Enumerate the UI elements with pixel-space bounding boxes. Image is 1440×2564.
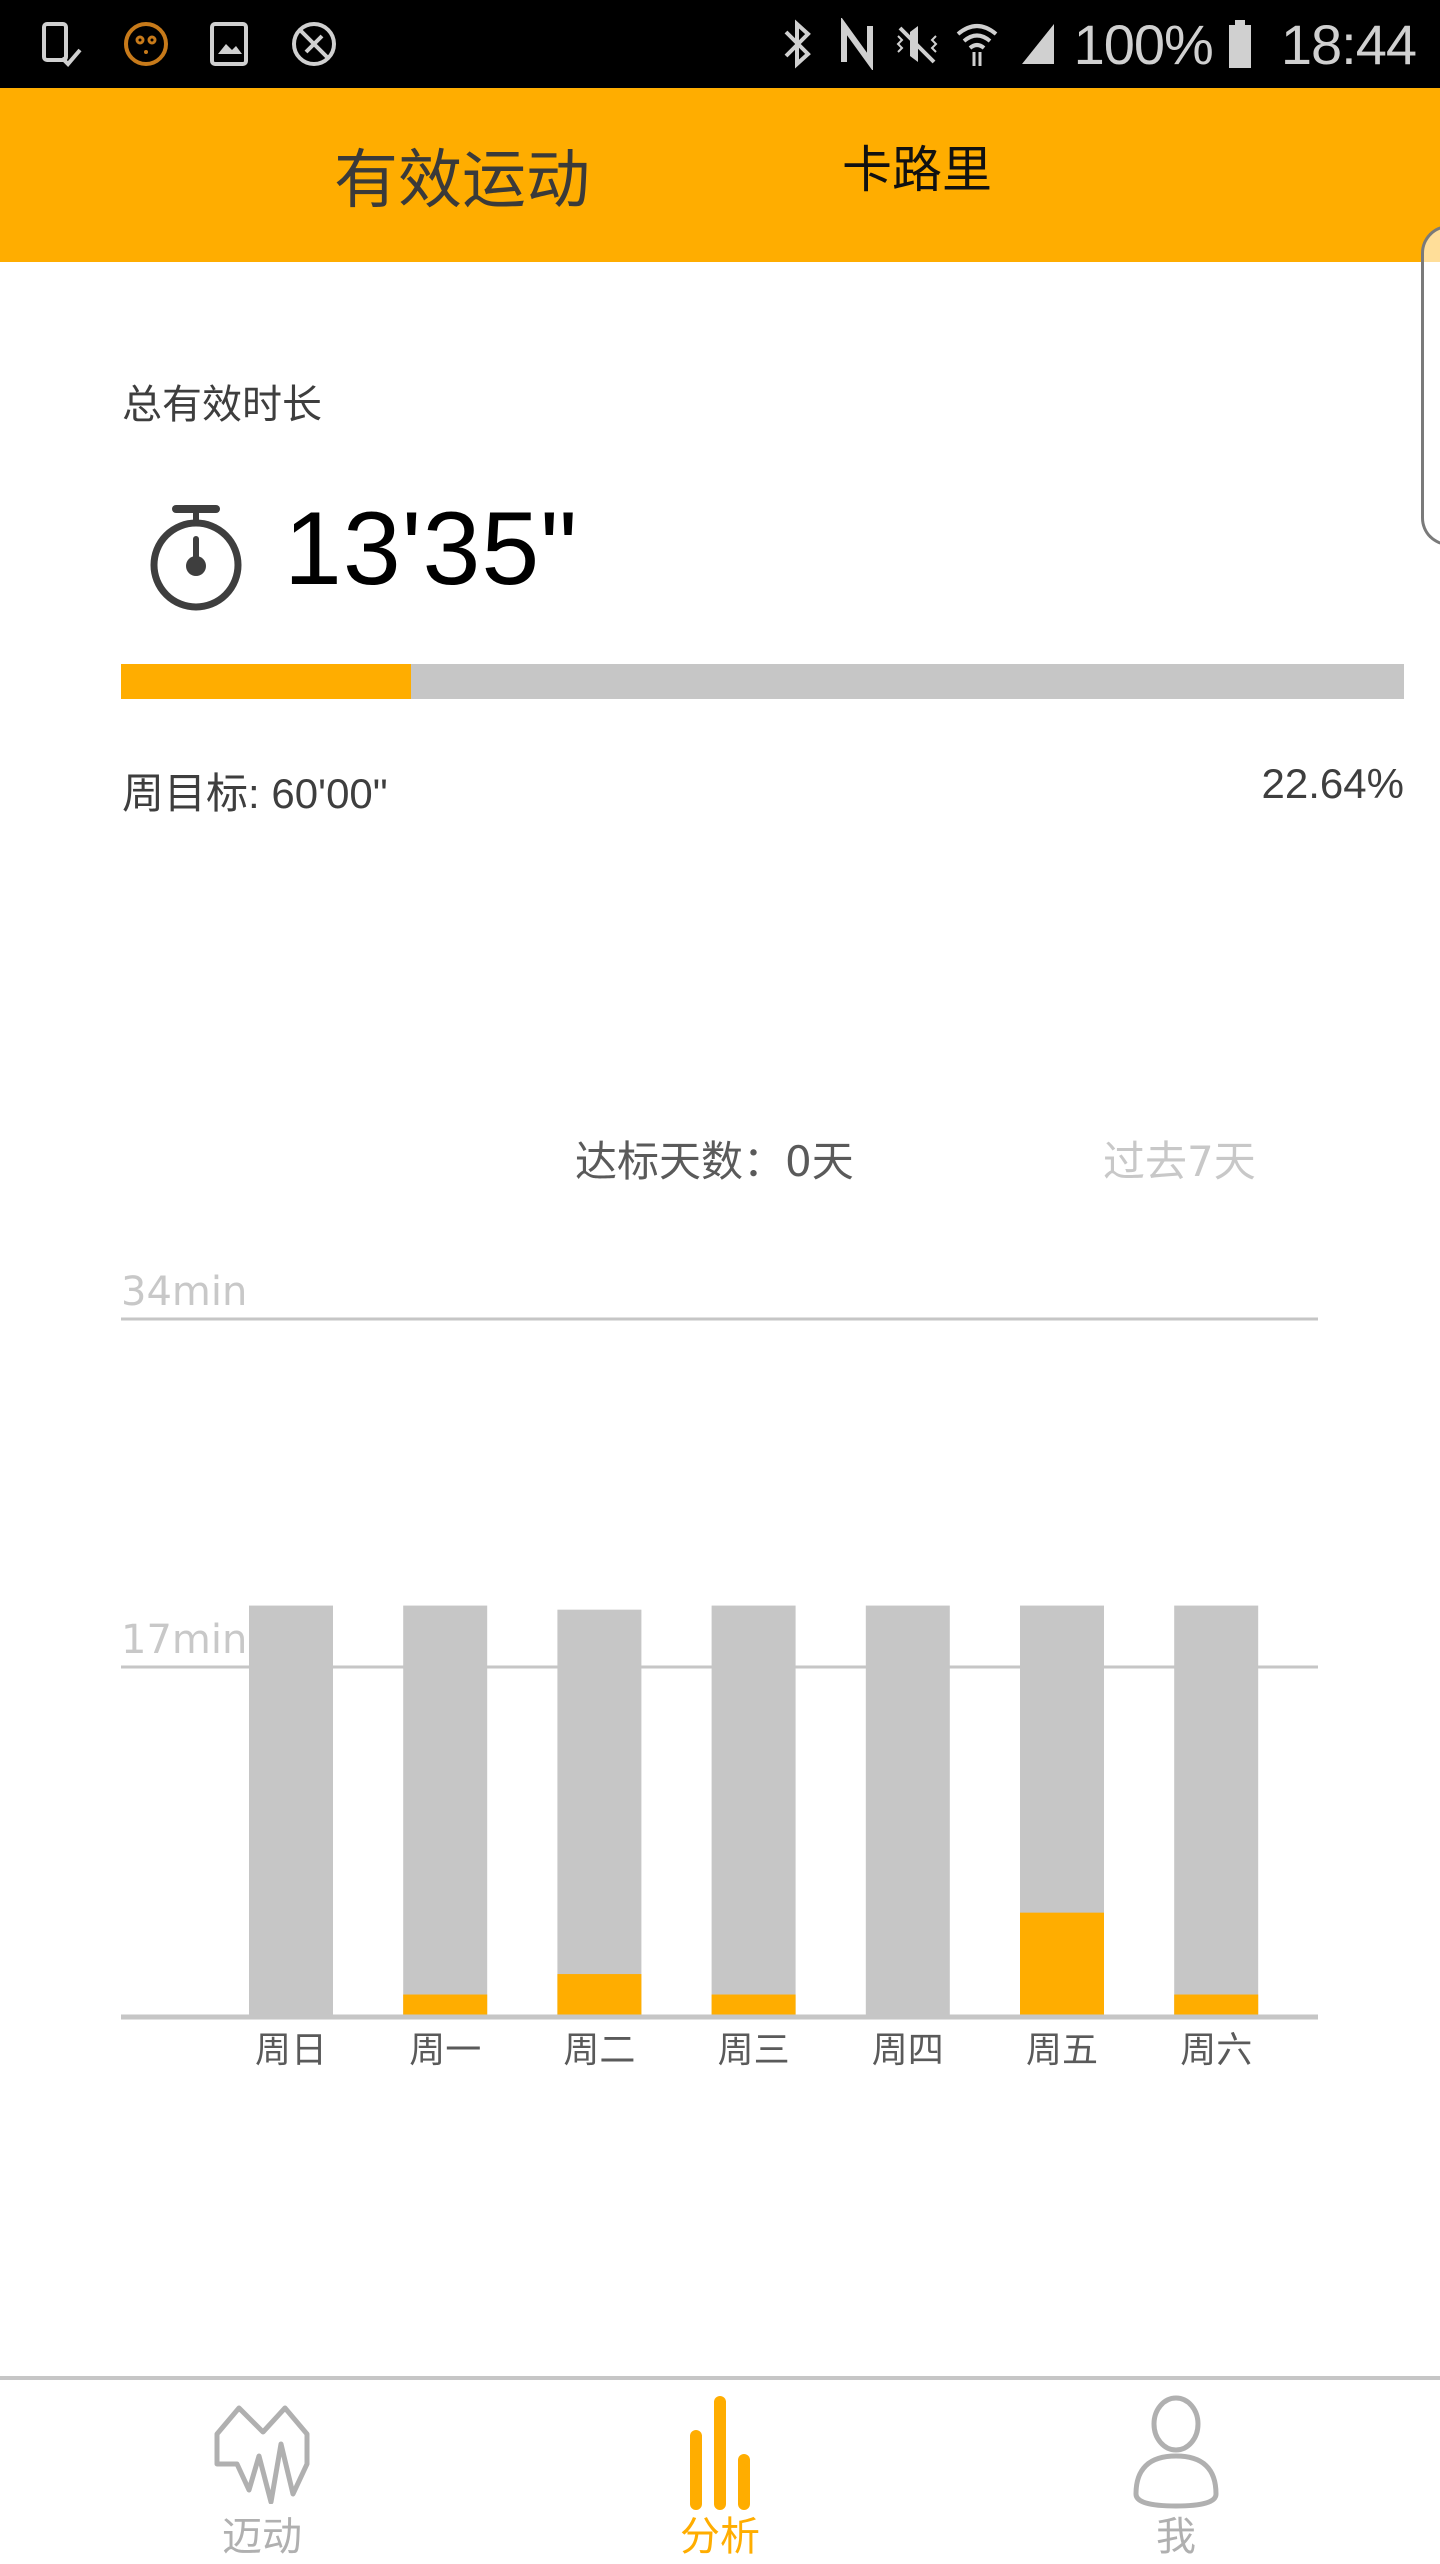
total-duration-value: 13'35" <box>284 491 579 607</box>
bar-target-2 <box>557 1609 642 2015</box>
x-tick-label: 周一 <box>409 2030 481 2071</box>
weekly-bar-chart: 34min 17min 周日 周一 周二 周三 周四 周五 周六 <box>0 0 1440 2200</box>
tab-effective-exercise-label: 有效运动 <box>334 144 590 218</box>
nav-label-maidong: 迈动 <box>222 2514 302 2560</box>
bar-target-1 <box>403 1605 488 2015</box>
x-tick-label: 周四 <box>872 2030 944 2071</box>
bar-target-0 <box>249 1605 333 2015</box>
y-tick-label: 34min <box>121 1269 247 1315</box>
progress-fill <box>121 664 412 699</box>
status-bar: 100% 18:44 <box>0 0 1440 88</box>
nfc-icon <box>840 18 873 70</box>
top-tab-bar: 有效运动 卡路里 <box>0 88 1440 262</box>
clock: 18:44 <box>1280 12 1417 76</box>
nav-label-me: 我 <box>1156 2514 1196 2560</box>
bar-value-6 <box>1174 1994 1259 2018</box>
goal-percent-label: 22.64% <box>1261 760 1404 807</box>
stopwatch-icon <box>150 505 242 611</box>
nav-item-me[interactable]: 我 <box>1056 2380 1296 2564</box>
x-tick-label: 周日 <box>255 2030 327 2071</box>
days-reached-label: 达标天数：0天 <box>575 1137 854 1186</box>
bar-value-1 <box>403 1994 488 2018</box>
face-icon <box>124 22 168 66</box>
bar-value-5 <box>1020 1912 1104 2018</box>
x-tick-label: 周三 <box>718 2030 790 2071</box>
nav-item-maidong[interactable]: 迈动 <box>142 2380 382 2564</box>
weekly-goal-label: 周目标: 60'00" <box>122 770 388 817</box>
signal-icon <box>1021 24 1054 64</box>
heartbeat-shield-icon <box>214 2405 310 2504</box>
bluetooth-icon <box>784 19 811 69</box>
person-icon <box>1133 2395 1219 2509</box>
period-selector[interactable]: 过去7天 <box>1103 1128 1256 1189</box>
status-right: 100% 18:44 <box>774 0 1417 88</box>
bar-target-4 <box>865 1605 950 2015</box>
x-tick-label: 周二 <box>563 2030 635 2071</box>
tab-effective-exercise[interactable]: 有效运动 <box>334 88 590 262</box>
chart-canvas: 34min 17min 周日 周一 周二 周三 周四 周五 周六 <box>121 1269 1318 2071</box>
nav-item-analysis[interactable]: 分析 <box>600 2380 840 2564</box>
bar-target-6 <box>1174 1605 1259 2015</box>
edge-panel-handle[interactable] <box>1421 225 1440 546</box>
bar-chart-icon <box>690 2396 750 2510</box>
battery-percent: 100% <box>1073 12 1214 76</box>
gallery-icon <box>210 22 248 66</box>
tab-calories[interactable]: 卡路里 <box>842 88 992 262</box>
weekly-goal-progress-bar <box>121 664 1404 699</box>
device-check-icon <box>42 22 82 67</box>
bar-value-3 <box>711 1994 796 2018</box>
bar-target-3 <box>711 1605 796 2015</box>
nav-label-analysis: 分析 <box>680 2514 760 2560</box>
bottom-navigation: 迈动 分析 我 <box>0 2376 1440 2564</box>
battery-icon <box>1228 20 1251 68</box>
y-tick-label: 17min <box>121 1617 247 1663</box>
vibrate-mute-icon <box>896 26 938 64</box>
blocked-icon <box>292 22 336 66</box>
wifi-icon <box>956 24 997 66</box>
bar-target-5 <box>1020 1605 1104 2015</box>
bar-value-2 <box>557 1974 642 2018</box>
x-tick-label: 周六 <box>1180 2030 1252 2071</box>
total-duration-title: 总有效时长 <box>122 382 322 428</box>
tab-calories-label: 卡路里 <box>842 141 992 199</box>
x-tick-label: 周五 <box>1026 2030 1098 2071</box>
